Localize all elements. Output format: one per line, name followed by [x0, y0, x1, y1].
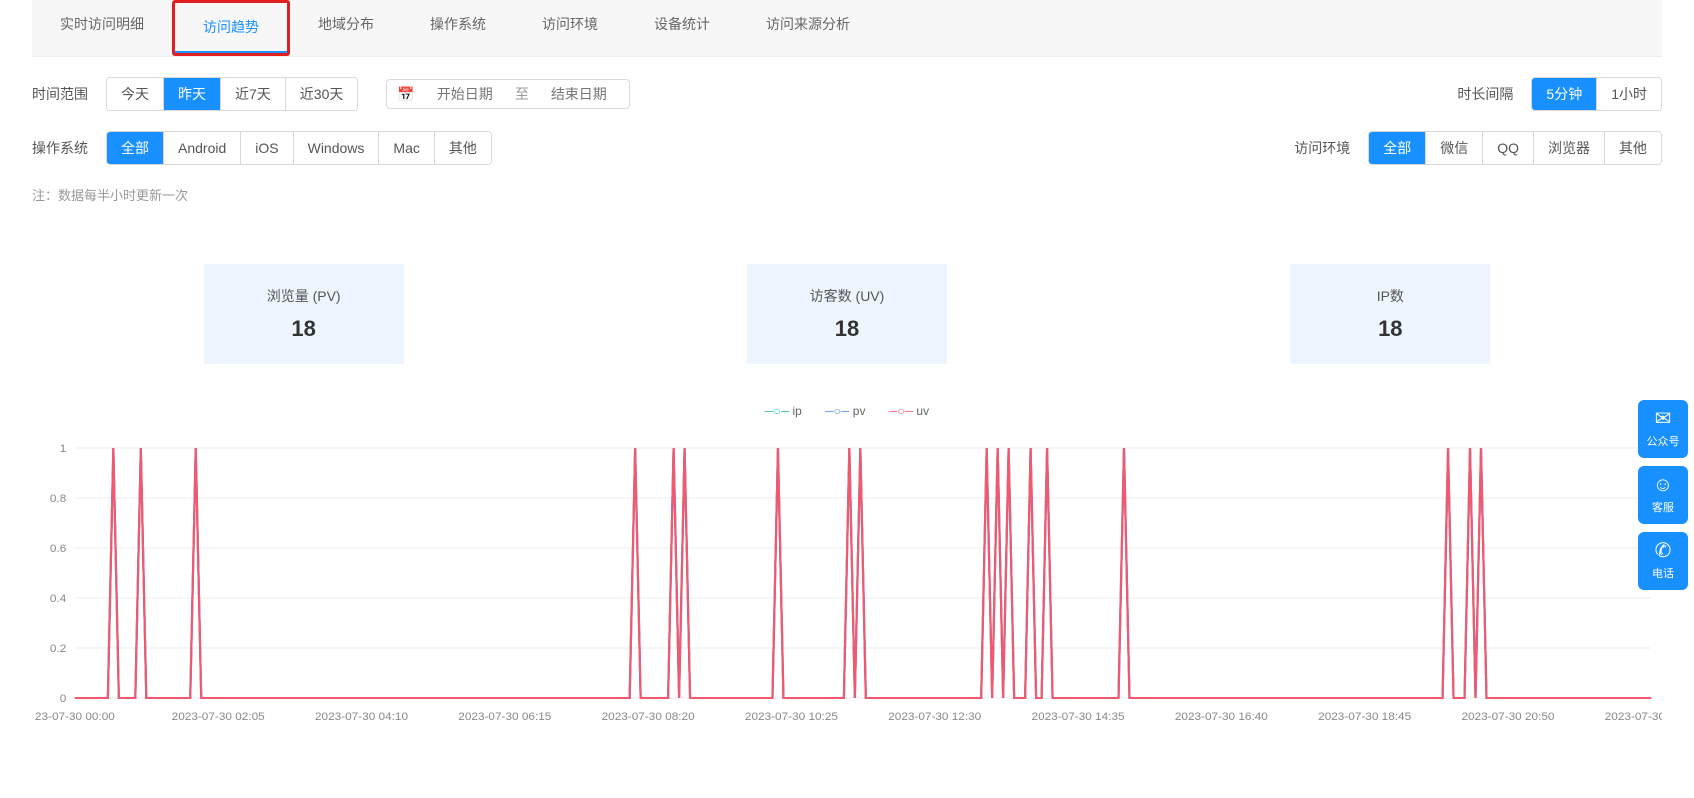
chart-legend: ─○─ ip ─○─ pv ─○─ uv [0, 404, 1694, 418]
phone-icon: ✆ [1655, 541, 1672, 561]
stat-uv-label: 访客数 (UV) [757, 286, 937, 306]
stat-pv-value: 18 [214, 316, 394, 342]
trend-chart: 0 0.2 0.4 0.6 0.8 1 23-07-30 00:00 2023-07-30 0… [32, 438, 1662, 731]
tab-0[interactable]: 实时访问明细 [32, 0, 172, 56]
tab-1[interactable]: 访问趋势 [175, 3, 287, 53]
svg-text:2023-07-30 20:50: 2023-07-30 20:50 [1461, 711, 1554, 723]
svg-text:0.2: 0.2 [50, 643, 66, 655]
top-tabs: 实时访问明细访问趋势地域分布操作系统访问环境设备统计访问来源分析 [32, 0, 1662, 57]
svg-text:0: 0 [60, 693, 67, 705]
interval-label: 时长间隔 [1457, 84, 1513, 104]
svg-text:2023-07-30 18:45: 2023-07-30 18:45 [1318, 711, 1411, 723]
svg-text:0.8: 0.8 [50, 493, 66, 505]
svg-text:2023-07-30 22:55: 2023-07-30 22:55 [1605, 711, 1662, 723]
support-icon: ☺ [1653, 475, 1673, 495]
tab-3[interactable]: 操作系统 [402, 0, 514, 56]
svg-text:2023-07-30 12:30: 2023-07-30 12:30 [888, 711, 981, 723]
svg-text:2023-07-30 16:40: 2023-07-30 16:40 [1175, 711, 1268, 723]
date-end-input[interactable] [539, 85, 619, 103]
date-start-input[interactable] [425, 85, 505, 103]
svg-text:0.4: 0.4 [50, 593, 66, 605]
stat-ip: IP数 18 [1290, 264, 1490, 364]
svg-text:2023-07-30 04:10: 2023-07-30 04:10 [315, 711, 408, 723]
svg-text:2023-07-30 10:25: 2023-07-30 10:25 [745, 711, 838, 723]
stat-uv-value: 18 [757, 316, 937, 342]
env-btn-4[interactable]: 其他 [1605, 132, 1661, 164]
stat-row: 浏览量 (PV) 18 访客数 (UV) 18 IP数 18 [32, 264, 1662, 364]
os-group: 全部AndroidiOSWindowsMac其他 [106, 131, 492, 165]
time-range-btn-2[interactable]: 近7天 [221, 78, 286, 110]
env-btn-1[interactable]: 微信 [1426, 132, 1483, 164]
env-btn-0[interactable]: 全部 [1369, 132, 1426, 164]
legend-ip[interactable]: ─○─ ip [765, 404, 805, 418]
float-gzh-button[interactable]: ✉ 公众号 [1638, 400, 1688, 458]
svg-text:23-07-30 00:00: 23-07-30 00:00 [35, 711, 115, 723]
time-range-label: 时间范围 [32, 84, 88, 104]
stat-ip-label: IP数 [1300, 286, 1480, 306]
float-buttons: ✉ 公众号 ☺ 客服 ✆ 电话 [1638, 400, 1688, 590]
os-btn-4[interactable]: Mac [379, 132, 434, 164]
stat-uv: 访客数 (UV) 18 [747, 264, 947, 364]
os-btn-0[interactable]: 全部 [107, 132, 164, 164]
svg-text:2023-07-30 08:20: 2023-07-30 08:20 [602, 711, 695, 723]
stat-pv: 浏览量 (PV) 18 [204, 264, 404, 364]
time-range-btn-3[interactable]: 近30天 [286, 78, 358, 110]
stat-ip-value: 18 [1300, 316, 1480, 342]
filter-row-2: 操作系统 全部AndroidiOSWindowsMac其他 访问环境 全部微信Q… [32, 131, 1662, 165]
filter-row-1: 时间范围 今天昨天近7天近30天 📅 至 时长间隔 5分钟1小时 [32, 77, 1662, 111]
os-btn-1[interactable]: Android [164, 132, 241, 164]
svg-text:2023-07-30 06:15: 2023-07-30 06:15 [458, 711, 551, 723]
svg-text:0.6: 0.6 [50, 543, 66, 555]
tab-5[interactable]: 设备统计 [626, 0, 738, 56]
svg-text:1: 1 [60, 443, 67, 455]
env-btn-3[interactable]: 浏览器 [1534, 132, 1605, 164]
tab-4[interactable]: 访问环境 [514, 0, 626, 56]
interval-btn-1[interactable]: 1小时 [1597, 78, 1661, 110]
interval-group: 5分钟1小时 [1531, 77, 1662, 111]
wechat-icon: ✉ [1655, 409, 1672, 429]
os-btn-2[interactable]: iOS [241, 132, 293, 164]
float-tel-button[interactable]: ✆ 电话 [1638, 532, 1688, 590]
os-btn-5[interactable]: 其他 [435, 132, 491, 164]
date-sep: 至 [515, 84, 529, 104]
time-range-btn-0[interactable]: 今天 [107, 78, 164, 110]
env-group: 全部微信QQ浏览器其他 [1368, 131, 1662, 165]
tab-6[interactable]: 访问来源分析 [738, 0, 878, 56]
legend-pv[interactable]: ─○─ pv [825, 404, 869, 418]
legend-uv[interactable]: ─○─ uv [889, 404, 929, 418]
svg-text:2023-07-30 14:35: 2023-07-30 14:35 [1032, 711, 1125, 723]
svg-text:2023-07-30 02:05: 2023-07-30 02:05 [172, 711, 265, 723]
calendar-icon: 📅 [397, 86, 414, 103]
time-range-group: 今天昨天近7天近30天 [106, 77, 358, 111]
date-range-picker[interactable]: 📅 至 [386, 79, 629, 109]
update-note: 注：数据每半小时更新一次 [32, 185, 1662, 204]
interval-btn-0[interactable]: 5分钟 [1532, 78, 1597, 110]
float-kf-button[interactable]: ☺ 客服 [1638, 466, 1688, 524]
os-btn-3[interactable]: Windows [294, 132, 380, 164]
env-btn-2[interactable]: QQ [1483, 132, 1534, 164]
tab-2[interactable]: 地域分布 [290, 0, 402, 56]
stat-pv-label: 浏览量 (PV) [214, 286, 394, 306]
env-label: 访问环境 [1294, 138, 1350, 158]
os-label: 操作系统 [32, 138, 88, 158]
time-range-btn-1[interactable]: 昨天 [164, 78, 221, 110]
